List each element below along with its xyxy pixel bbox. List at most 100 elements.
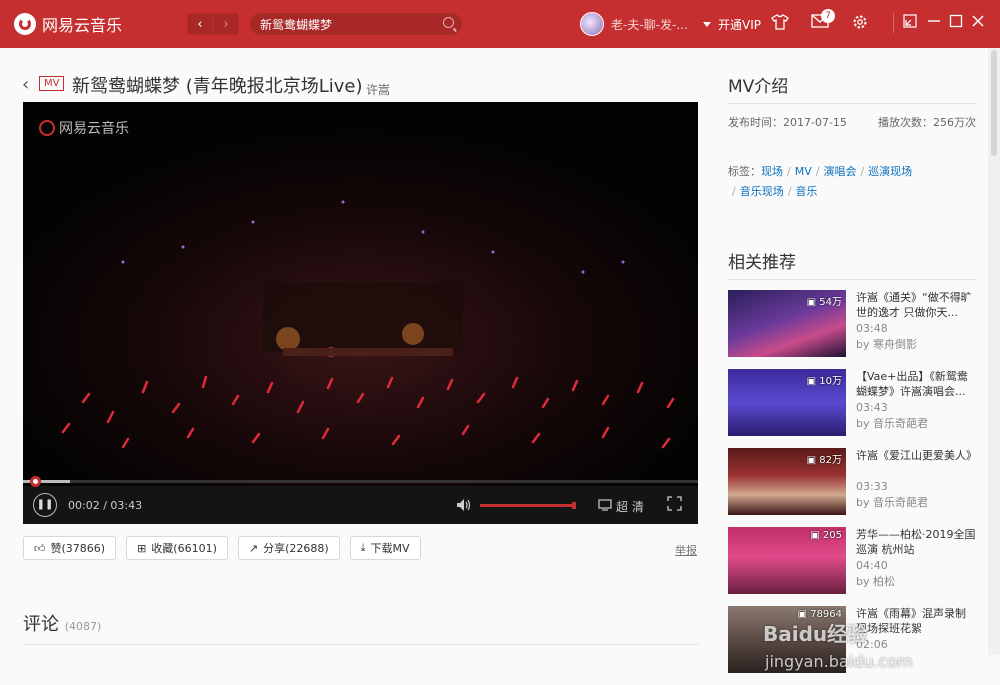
- scrollbar[interactable]: [988, 48, 1000, 655]
- like-button[interactable]: 👍︎ 赞(37866): [23, 536, 117, 560]
- related-item-title[interactable]: 许嵩《雨幕》混声录制现场探班花絮: [856, 606, 976, 636]
- minimize-icon[interactable]: [927, 14, 941, 32]
- progress-bar[interactable]: [23, 476, 698, 487]
- mini-mode-icon[interactable]: [903, 14, 917, 32]
- intro-title: MV介绍: [728, 72, 976, 104]
- related-item[interactable]: ▣ 10万 【Vae+出品】《新鸳鸯蝴蝶梦》许嵩演唱会... 03:43 by …: [728, 369, 976, 448]
- gear-icon[interactable]: [852, 14, 868, 34]
- baidu-watermark: Baidu经验: [763, 622, 868, 646]
- volume-handle[interactable]: [572, 502, 576, 509]
- progress-handle[interactable]: [30, 476, 41, 487]
- video-frame: [23, 102, 698, 486]
- related-item-author[interactable]: by 音乐奇葩君: [856, 495, 976, 510]
- play-count-badge: ▣ 10万: [806, 376, 842, 387]
- tags-label: 标签：: [728, 165, 761, 178]
- related-item[interactable]: ▣ 82万 许嵩《爱江山更爱美人》 03:33 by 音乐奇葩君: [728, 448, 976, 527]
- thumbs-up-icon: 👍︎: [34, 541, 46, 555]
- like-label: 赞(37866): [50, 542, 106, 555]
- quality-label: 超 清: [616, 500, 644, 514]
- video-icon: ▣: [806, 297, 817, 308]
- related-thumbnail[interactable]: ▣ 54万: [728, 290, 846, 357]
- related-item-title[interactable]: 【Vae+出品】《新鸳鸯蝴蝶梦》许嵩演唱会...: [856, 369, 976, 399]
- add-folder-icon: ⊞: [137, 541, 147, 555]
- tag-link[interactable]: 音乐: [795, 185, 817, 198]
- share-button[interactable]: ↗ 分享(22688): [237, 536, 340, 560]
- video-player[interactable]: 网易云音乐 ❚❚ 00:02 / 03:43 超 清: [23, 102, 698, 524]
- share-icon: ↗: [248, 541, 259, 555]
- related-item-author[interactable]: by 寒舟倒影: [856, 337, 976, 352]
- player-controls: ❚❚ 00:02 / 03:43 超 清: [23, 476, 698, 524]
- volume-icon[interactable]: [456, 498, 472, 516]
- vip-button[interactable]: 开通VIP: [718, 16, 761, 33]
- tag-link[interactable]: 巡演现场: [868, 165, 912, 178]
- download-label: 下载MV: [370, 542, 410, 555]
- related-item-title[interactable]: 许嵩《爱江山更爱美人》: [856, 448, 976, 478]
- history-nav: ‹ ›: [187, 13, 239, 35]
- skin-shirt-icon[interactable]: [771, 14, 789, 34]
- video-icon: ▣: [810, 530, 820, 541]
- tag-link[interactable]: 演唱会: [823, 165, 856, 178]
- related-item-duration: 02:06: [856, 638, 888, 651]
- back-icon[interactable]: ‹: [22, 74, 29, 95]
- intro-meta: 发布时间：2017-07-15 播放次数：256万次: [728, 114, 976, 130]
- mv-intro: MV介绍 发布时间：2017-07-15 播放次数：256万次 标签：现场 / MV…: [728, 72, 976, 202]
- video-icon: ▣: [806, 455, 817, 466]
- related-thumbnail[interactable]: ▣ 82万: [728, 448, 846, 515]
- message-count-badge: 7: [821, 9, 835, 23]
- related-item-duration: 04:40: [856, 559, 888, 572]
- play-count-badge: ▣ 54万: [806, 297, 842, 308]
- collect-button[interactable]: ⊞ 收藏(66101): [126, 536, 228, 560]
- download-icon: ⤓: [360, 541, 366, 554]
- volume-slider[interactable]: [480, 504, 573, 507]
- related-item[interactable]: ▣ 205 芳华——柏松·2019全国巡演 杭州站 04:40 by 柏松: [728, 527, 976, 606]
- related-thumbnail[interactable]: ▣ 205: [728, 527, 846, 594]
- related-item-author[interactable]: by 柏松: [856, 574, 976, 589]
- netease-logo-icon: [14, 13, 36, 35]
- titlebar-divider: [893, 13, 894, 33]
- tag-link[interactable]: 现场: [761, 165, 783, 178]
- mv-artist-link[interactable]: 许嵩: [366, 81, 390, 98]
- related-item-duration: 03:33: [856, 480, 888, 493]
- related-info: 许嵩《爱江山更爱美人》 03:33 by 音乐奇葩君: [856, 448, 976, 527]
- play-count-badge: ▣ 82万: [806, 455, 842, 466]
- app-name: 网易云音乐: [42, 16, 123, 35]
- share-label: 分享(22688): [263, 542, 329, 555]
- app-logo[interactable]: 网易云音乐: [14, 12, 122, 36]
- forward-nav-button[interactable]: ›: [213, 13, 239, 35]
- user-name[interactable]: 老-夫-聊-发-...: [611, 16, 688, 33]
- search-input[interactable]: 新鸳鸯蝴蝶梦: [250, 13, 462, 35]
- related-item[interactable]: ▣ 54万 许嵩《通关》“做不得旷世的逸才 只做你天... 03:48 by 寒…: [728, 290, 976, 369]
- pause-button[interactable]: ❚❚: [33, 493, 57, 517]
- related-title: 相关推荐: [728, 248, 976, 280]
- user-menu[interactable]: 老-夫-聊-发-...: [580, 12, 711, 36]
- tag-link[interactable]: MV: [795, 165, 812, 178]
- chevron-down-icon[interactable]: [702, 21, 711, 27]
- related-thumbnail[interactable]: ▣ 10万: [728, 369, 846, 436]
- publish-date: 发布时间：2017-07-15: [728, 116, 847, 129]
- related-item-author[interactable]: by 音乐奇葩君: [856, 416, 976, 431]
- search-icon[interactable]: [443, 17, 454, 28]
- maximize-icon[interactable]: [949, 14, 963, 32]
- main-content: ‹ MV 新鸳鸯蝴蝶梦 (青年晚报北京场Live) 许嵩 网易云音乐 ❚❚ 00…: [0, 48, 1000, 673]
- tag-link[interactable]: 音乐现场: [740, 185, 784, 198]
- netease-logo-icon: [39, 120, 55, 136]
- related-info: 许嵩《雨幕》混声录制现场探班花絮 02:06: [856, 606, 976, 685]
- avatar[interactable]: [580, 12, 604, 36]
- download-button[interactable]: ⤓ 下载MV: [349, 536, 421, 560]
- mv-actions: 👍︎ 赞(37866) ⊞ 收藏(66101) ↗ 分享(22688) ⤓ 下载…: [23, 536, 421, 560]
- video-watermark: 网易云音乐: [39, 118, 129, 138]
- screen-icon: [598, 499, 612, 514]
- scrollbar-thumb[interactable]: [991, 50, 997, 156]
- report-link[interactable]: 举报: [675, 542, 697, 558]
- fullscreen-icon[interactable]: [667, 496, 682, 515]
- close-icon[interactable]: [971, 14, 985, 32]
- back-nav-button[interactable]: ‹: [187, 13, 213, 35]
- related-item-title[interactable]: 许嵩《通关》“做不得旷世的逸才 只做你天...: [856, 290, 976, 320]
- watermark-text: 网易云音乐: [59, 121, 129, 137]
- related-info: 芳华——柏松·2019全国巡演 杭州站 04:40 by 柏松: [856, 527, 976, 606]
- quality-selector[interactable]: 超 清: [598, 498, 644, 515]
- play-count-badge: ▣ 205: [810, 530, 842, 541]
- mv-title: 新鸳鸯蝴蝶梦 (青年晚报北京场Live): [72, 76, 363, 97]
- comments-title: 评论: [23, 614, 59, 635]
- related-item-title[interactable]: 芳华——柏松·2019全国巡演 杭州站: [856, 527, 976, 557]
